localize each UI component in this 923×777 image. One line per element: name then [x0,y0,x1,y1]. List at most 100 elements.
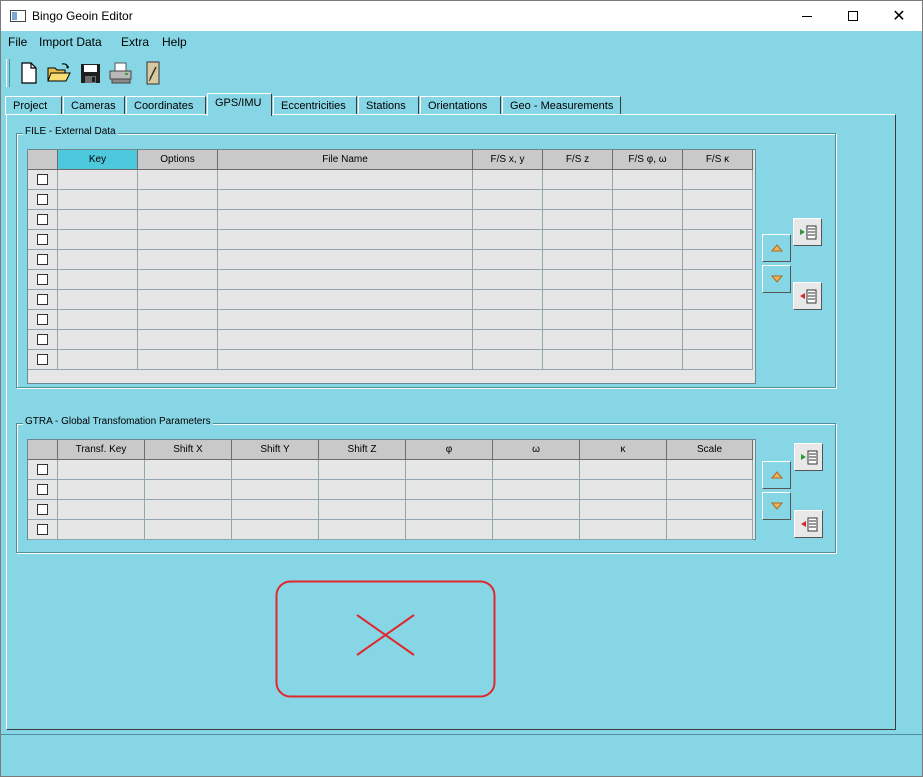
gtra-column-header[interactable]: ω [493,440,580,460]
file-row-select[interactable] [28,170,58,190]
gtra-grid-cell[interactable] [232,500,319,520]
file-grid-cell[interactable] [58,190,138,210]
file-grid-cell[interactable] [473,270,543,290]
file-grid-cell[interactable] [138,270,218,290]
menu-file[interactable]: File [8,35,27,49]
file-row-checkbox[interactable] [37,354,48,365]
gtra-grid-cell[interactable] [667,480,753,500]
file-row-checkbox[interactable] [37,314,48,325]
file-grid-cell[interactable] [613,210,683,230]
gtra-grid-cell[interactable] [406,500,493,520]
gtra-column-header[interactable]: κ [580,440,667,460]
file-row-select[interactable] [28,230,58,250]
file-row-checkbox[interactable] [37,254,48,265]
gtra-row-select[interactable] [28,500,58,520]
file-grid-cell[interactable] [543,210,613,230]
file-column-header[interactable]: F/S φ, ω [613,150,683,170]
tab-eccentricities[interactable]: Eccentricities [273,96,357,115]
file-grid-cell[interactable] [683,350,753,370]
file-grid-cell[interactable] [138,290,218,310]
file-grid-cell[interactable] [473,330,543,350]
gtra-grid-cell[interactable] [667,500,753,520]
file-grid-cell[interactable] [473,310,543,330]
gtra-grid-cell[interactable] [319,480,406,500]
tab-coordinates[interactable]: Coordinates [126,96,206,115]
gtra-row-select[interactable] [28,520,58,540]
file-grid-cell[interactable] [218,190,473,210]
file-grid-cell[interactable] [683,330,753,350]
gtra-grid-cell[interactable] [145,520,232,540]
file-move-up-button[interactable] [762,234,791,262]
gtra-column-header[interactable]: Shift Y [232,440,319,460]
file-grid-cell[interactable] [613,190,683,210]
file-grid-cell[interactable] [543,270,613,290]
file-grid-cell[interactable] [218,290,473,310]
gtra-move-up-button[interactable] [762,461,791,489]
file-grid-cell[interactable] [58,170,138,190]
gtra-grid-cell[interactable] [58,520,145,540]
file-grid-cell[interactable] [58,310,138,330]
file-grid-cell[interactable] [58,210,138,230]
file-grid-cell[interactable] [683,250,753,270]
menu-import-data[interactable]: Import Data [39,35,102,49]
file-grid-cell[interactable] [58,250,138,270]
gtra-grid-cell[interactable] [319,460,406,480]
file-column-header[interactable]: F/S z [543,150,613,170]
tab-project[interactable]: Project [5,96,62,115]
gtra-grid-cell[interactable] [58,480,145,500]
file-grid-cell[interactable] [138,190,218,210]
file-grid-cell[interactable] [218,270,473,290]
gtra-grid-cell[interactable] [232,460,319,480]
file-remove-row-button[interactable] [793,282,822,310]
gtra-column-header[interactable]: Shift X [145,440,232,460]
file-grid-cell[interactable] [613,230,683,250]
file-grid-cell[interactable] [218,210,473,230]
file-grid-cell[interactable] [543,330,613,350]
delete-area[interactable] [275,580,496,698]
gtra-grid-cell[interactable] [58,460,145,480]
file-grid-cell[interactable] [613,330,683,350]
file-grid-cell[interactable] [613,310,683,330]
gtra-column-header[interactable]: Scale [667,440,753,460]
gtra-grid-cell[interactable] [406,480,493,500]
file-grid-cell[interactable] [58,230,138,250]
file-column-header[interactable]: Options [138,150,218,170]
file-row-select[interactable] [28,190,58,210]
gtra-column-header[interactable]: Shift Z [319,440,406,460]
tab-cameras[interactable]: Cameras [63,96,125,115]
file-grid-cell[interactable] [58,330,138,350]
file-grid-cell[interactable] [138,170,218,190]
file-row-checkbox[interactable] [37,194,48,205]
gtra-grid-cell[interactable] [493,500,580,520]
file-grid-cell[interactable] [543,350,613,370]
gtra-grid-cell[interactable] [580,520,667,540]
tab-geo-measurements[interactable]: Geo - Measurements [502,96,621,115]
gtra-move-down-button[interactable] [762,492,791,520]
file-row-select[interactable] [28,290,58,310]
new-file-button[interactable] [17,61,41,85]
file-grid-cell[interactable] [218,310,473,330]
maximize-button[interactable] [830,1,876,31]
gtra-grid-cell[interactable] [667,520,753,540]
gtra-grid-cell[interactable] [319,500,406,520]
gtra-grid-cell[interactable] [667,460,753,480]
file-grid-cell[interactable] [613,350,683,370]
gtra-column-header[interactable]: φ [406,440,493,460]
file-grid-cell[interactable] [683,230,753,250]
file-grid-cell[interactable] [543,290,613,310]
gtra-grid-cell[interactable] [232,480,319,500]
file-add-row-button[interactable] [793,218,822,246]
file-row-checkbox[interactable] [37,234,48,245]
file-grid-cell[interactable] [543,310,613,330]
gtra-grid-cell[interactable] [493,460,580,480]
file-row-checkbox[interactable] [37,334,48,345]
file-column-header[interactable]: F/S κ [683,150,753,170]
file-grid-cell[interactable] [543,250,613,270]
file-grid-cell[interactable] [138,210,218,230]
file-grid-cell[interactable] [138,330,218,350]
file-grid-cell[interactable] [613,170,683,190]
file-grid-cell[interactable] [218,230,473,250]
file-grid-cell[interactable] [218,170,473,190]
file-grid-cell[interactable] [218,250,473,270]
file-grid-cell[interactable] [473,230,543,250]
